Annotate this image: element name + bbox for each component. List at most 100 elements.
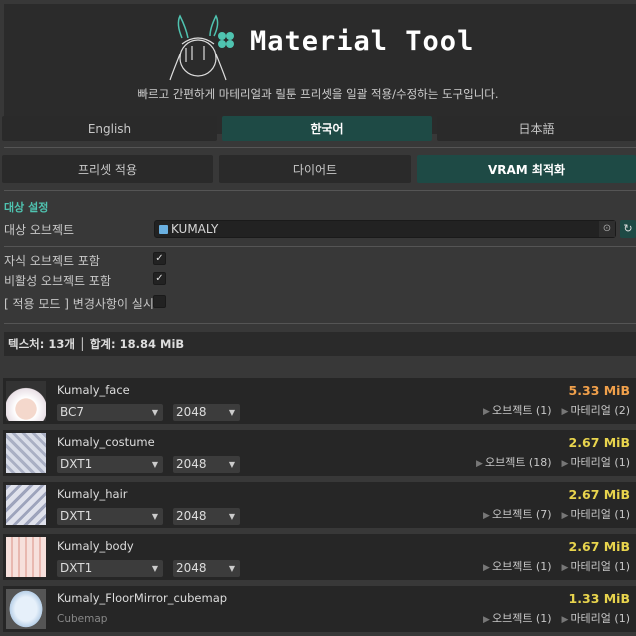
chevron-down-icon: ▼: [228, 408, 235, 417]
texture-size: 2.67 MiB: [568, 487, 630, 502]
include-inactive-checkbox[interactable]: ✓: [153, 272, 166, 285]
texture-row: Kumaly_FloorMirror_cubemap Cubemap 1.33 …: [3, 586, 636, 632]
objects-label: 오브젝트 (1): [491, 560, 552, 573]
tab-diet[interactable]: 다이어트: [219, 155, 411, 183]
materials-foldout[interactable]: ▶ 마테리얼 (2): [562, 402, 630, 418]
gameobject-icon: [159, 224, 168, 234]
tab-preset-apply[interactable]: 프리셋 적용: [2, 155, 213, 183]
include-children-checkbox[interactable]: ✓: [153, 252, 166, 265]
chevron-down-icon: ▼: [151, 408, 158, 417]
materials-label: 마테리얼 (2): [570, 404, 630, 417]
resolution-dropdown[interactable]: 2048 ▼: [173, 560, 240, 577]
apply-mode-label: [ 적용 모드 ] 변경사항이 실시: [4, 297, 153, 311]
format-value: BC7: [60, 405, 85, 419]
objects-foldout[interactable]: ▶ 오브젝트 (1): [483, 558, 551, 574]
triangle-right-icon: ▶: [561, 407, 569, 417]
resolution-value: 2048: [176, 509, 207, 523]
format-dropdown[interactable]: BC7 ▼: [57, 404, 163, 421]
triangle-right-icon: ▶: [561, 615, 569, 625]
format-dropdown[interactable]: DXT1 ▼: [57, 456, 163, 473]
materials-foldout[interactable]: ▶ 마테리얼 (1): [562, 454, 630, 470]
include-inactive-label: 비활성 오브젝트 포함: [4, 274, 111, 288]
texture-name: Kumaly_body: [57, 539, 134, 553]
materials-label: 마테리얼 (1): [570, 612, 630, 625]
refresh-button[interactable]: ↻: [620, 220, 636, 238]
triangle-right-icon: ▶: [476, 459, 483, 469]
materials-foldout[interactable]: ▶ 마테리얼 (1): [562, 506, 630, 522]
objects-label: 오브젝트 (18): [484, 456, 552, 469]
divider: [4, 246, 636, 247]
target-object-value: KUMALY: [171, 222, 219, 236]
objects-foldout[interactable]: ▶ 오브젝트 (7): [483, 506, 551, 522]
tab-vram-optimize[interactable]: VRAM 최적화: [417, 155, 636, 183]
target-object-label: 대상 오브젝트: [4, 223, 75, 237]
materials-label: 마테리얼 (1): [570, 560, 630, 573]
triangle-right-icon: ▶: [561, 459, 569, 469]
object-picker-icon[interactable]: ⊙: [599, 221, 615, 237]
texture-row: Kumaly_costume DXT1 ▼ 2048 ▼ 2.67 MiB ▶ 오브젝…: [3, 430, 636, 476]
apply-mode-checkbox[interactable]: [153, 295, 166, 308]
format-value: DXT1: [60, 561, 93, 575]
texture-row: Kumaly_body DXT1 ▼ 2048 ▼ 2.67 MiB ▶ 오브젝트 (…: [3, 534, 636, 580]
triangle-right-icon: ▶: [483, 563, 490, 573]
texture-thumbnail: [6, 381, 46, 421]
chevron-down-icon: ▼: [228, 564, 235, 573]
triangle-right-icon: ▶: [483, 511, 490, 521]
texture-name: Kumaly_hair: [57, 487, 128, 501]
texture-thumbnail: [6, 537, 46, 577]
chevron-down-icon: ▼: [228, 512, 235, 521]
objects-label: 오브젝트 (1): [491, 404, 552, 417]
divider: [4, 323, 636, 324]
app-title: Material Tool: [250, 26, 475, 57]
triangle-right-icon: ▶: [561, 563, 569, 573]
triangle-right-icon: ▶: [483, 407, 490, 417]
triangle-right-icon: ▶: [483, 615, 490, 625]
texture-thumbnail: [6, 485, 46, 525]
objects-foldout[interactable]: ▶ 오브젝트 (18): [476, 454, 551, 470]
texture-name: Kumaly_face: [57, 383, 130, 397]
triangle-right-icon: ▶: [561, 511, 569, 521]
divider: [4, 147, 636, 148]
chevron-down-icon: ▼: [151, 460, 158, 469]
language-japanese-button[interactable]: 日本語: [437, 116, 636, 141]
logo-icon: [169, 14, 234, 81]
language-korean-button[interactable]: 한국어: [222, 116, 432, 141]
materials-label: 마테리얼 (1): [570, 508, 630, 521]
format-dropdown[interactable]: DXT1 ▼: [57, 508, 163, 525]
include-children-label: 자식 오브젝트 포함: [4, 254, 100, 268]
resolution-dropdown[interactable]: 2048 ▼: [173, 508, 240, 525]
resolution-value: 2048: [176, 561, 207, 575]
chevron-down-icon: ▼: [228, 460, 235, 469]
objects-label: 오브젝트 (1): [491, 612, 552, 625]
resolution-dropdown[interactable]: 2048 ▼: [173, 456, 240, 473]
resolution-value: 2048: [176, 457, 207, 471]
header-panel: [4, 4, 636, 134]
resolution-value: 2048: [176, 405, 207, 419]
texture-row: Kumaly_face BC7 ▼ 2048 ▼ 5.33 MiB ▶ 오브젝트 (1…: [3, 378, 636, 424]
materials-label: 마테리얼 (1): [570, 456, 630, 469]
chevron-down-icon: ▼: [151, 512, 158, 521]
divider: [4, 190, 636, 191]
app-subtitle: 빠르고 간편하게 마테리얼과 릴툰 프리셋을 일괄 적용/수정하는 도구입니다.: [137, 87, 499, 101]
chevron-down-icon: ▼: [151, 564, 158, 573]
texture-row: Kumaly_hair DXT1 ▼ 2048 ▼ 2.67 MiB ▶ 오브젝트 (…: [3, 482, 636, 528]
texture-name: Kumaly_costume: [57, 435, 155, 449]
language-english-button[interactable]: English: [2, 116, 217, 141]
target-object-field[interactable]: KUMALY ⊙: [154, 220, 616, 238]
objects-label: 오브젝트 (7): [491, 508, 552, 521]
texture-type: Cubemap: [57, 613, 108, 625]
texture-thumbnail: [6, 589, 46, 629]
texture-size: 2.67 MiB: [568, 435, 630, 450]
resolution-dropdown[interactable]: 2048 ▼: [173, 404, 240, 421]
materials-foldout[interactable]: ▶ 마테리얼 (1): [562, 558, 630, 574]
format-dropdown[interactable]: DXT1 ▼: [57, 560, 163, 577]
format-value: DXT1: [60, 457, 93, 471]
texture-name: Kumaly_FloorMirror_cubemap: [57, 591, 228, 605]
materials-foldout[interactable]: ▶ 마테리얼 (1): [562, 610, 630, 626]
objects-foldout[interactable]: ▶ 오브젝트 (1): [483, 402, 551, 418]
target-section-title: 대상 설정: [4, 201, 49, 214]
texture-size: 5.33 MiB: [568, 383, 630, 398]
objects-foldout[interactable]: ▶ 오브젝트 (1): [483, 610, 551, 626]
texture-summary: 텍스처: 13개 │ 합계: 18.84 MiB: [4, 332, 636, 356]
format-value: DXT1: [60, 509, 93, 523]
